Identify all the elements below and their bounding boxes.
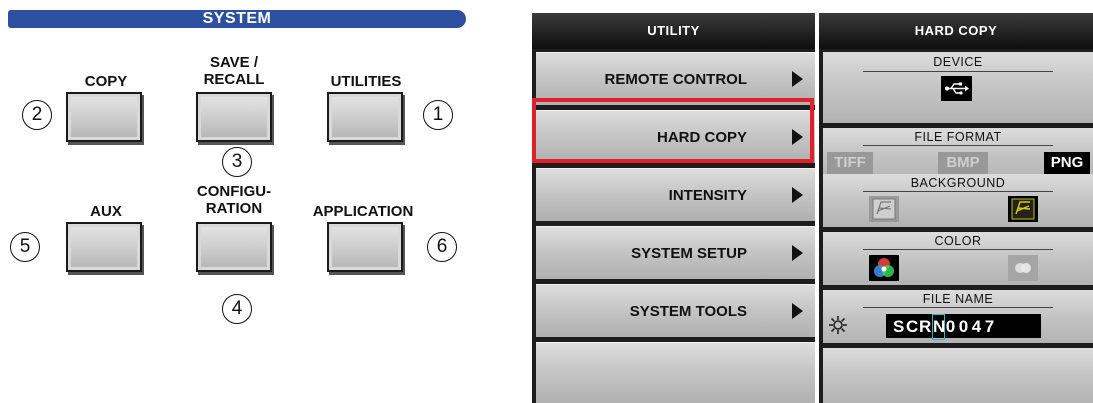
callout-1: 1 (423, 100, 453, 130)
divider (863, 145, 1053, 146)
copy-key-label: COPY (84, 73, 128, 90)
application-key[interactable] (327, 222, 403, 272)
black-background-icon[interactable] (1008, 196, 1038, 222)
utility-menu: UTILITY REMOTE CONTROL HARD COPY INTENSI… (532, 13, 815, 403)
aux-key[interactable] (66, 222, 142, 272)
device-section[interactable]: DEVICE (823, 52, 1093, 123)
menu-item-empty (536, 342, 815, 403)
file-name-char: 4 (971, 317, 984, 336)
configuration-key-label-line1: CONFIGU- (196, 183, 272, 200)
system-panel: SYSTEM COPY 2 SAVE / RECALL 3 UTILITIES … (0, 0, 480, 403)
utilities-key-label: UTILITIES (330, 73, 402, 90)
configuration-key[interactable] (196, 222, 272, 272)
utilities-key[interactable] (327, 92, 403, 142)
file-name-input[interactable]: SCRN0047 (886, 314, 1041, 340)
color-icon[interactable] (869, 255, 899, 281)
chevron-right-icon (792, 187, 803, 203)
menu-item-intensity[interactable]: INTENSITY (536, 168, 815, 221)
divider (863, 307, 1053, 308)
menu-item-system-setup[interactable]: SYSTEM SETUP (536, 226, 815, 279)
file-name-section: FILE NAME SCRN0047 (823, 290, 1093, 343)
callout-6: 6 (427, 232, 457, 262)
callout-2: 2 (22, 100, 52, 130)
divider (863, 249, 1053, 250)
configuration-key-label-line2: RATION (205, 200, 263, 217)
callout-5: 5 (10, 232, 40, 262)
file-name-char: 0 (958, 317, 971, 336)
chevron-right-icon (792, 71, 803, 87)
utility-menu-title: UTILITY (532, 13, 815, 49)
format-option-bmp[interactable]: BMP (938, 152, 988, 174)
save-recall-key-label-line2: RECALL (203, 71, 265, 88)
chevron-right-icon (792, 245, 803, 261)
color-section: COLOR (823, 232, 1093, 285)
aux-key-label: AUX (90, 203, 122, 220)
system-title: SYSTEM (202, 10, 272, 27)
hard-copy-menu-title: HARD COPY (819, 13, 1093, 49)
file-name-char: 7 (984, 317, 997, 336)
white-background-icon[interactable] (869, 196, 899, 222)
format-option-png[interactable]: PNG (1044, 152, 1090, 174)
copy-key[interactable] (66, 92, 142, 142)
grayscale-icon[interactable] (1008, 255, 1038, 281)
callout-4: 4 (222, 294, 252, 324)
file-name-title: FILE NAME (922, 292, 994, 306)
hard-copy-menu: HARD COPY DEVICE FILE FORMAT TIFF BMP PN… (819, 13, 1093, 403)
menu-item-label: INTENSITY (668, 187, 747, 204)
device-title: DEVICE (933, 55, 983, 69)
file-name-char: S (893, 317, 907, 336)
divider (863, 71, 1053, 72)
file-name-cursor-char: N (932, 314, 945, 340)
menu-item-system-tools[interactable]: SYSTEM TOOLS (536, 284, 815, 337)
application-key-label: APPLICATION (312, 203, 414, 220)
file-name-char: C (906, 317, 921, 336)
save-recall-key[interactable] (196, 92, 272, 142)
background-section: BACKGROUND (823, 174, 1093, 227)
file-name-char: 0 (945, 317, 958, 336)
file-name-char: R (919, 317, 934, 336)
hard-copy-empty-slot (823, 348, 1093, 403)
menu-item-label: SYSTEM SETUP (631, 245, 747, 262)
save-recall-key-label-line1: SAVE / (209, 54, 259, 71)
format-option-tiff[interactable]: TIFF (827, 152, 873, 174)
color-title: COLOR (934, 234, 982, 248)
settings-icon[interactable] (828, 315, 848, 335)
menu-item-label: SYSTEM TOOLS (629, 303, 747, 320)
file-format-title: FILE FORMAT (914, 130, 1002, 144)
background-title: BACKGROUND (910, 176, 1006, 190)
usb-icon (941, 76, 972, 101)
highlight-box (532, 98, 814, 163)
divider (863, 191, 1053, 192)
callout-3: 3 (222, 147, 252, 177)
chevron-right-icon (792, 303, 803, 319)
menu-item-label: REMOTE CONTROL (604, 71, 748, 88)
